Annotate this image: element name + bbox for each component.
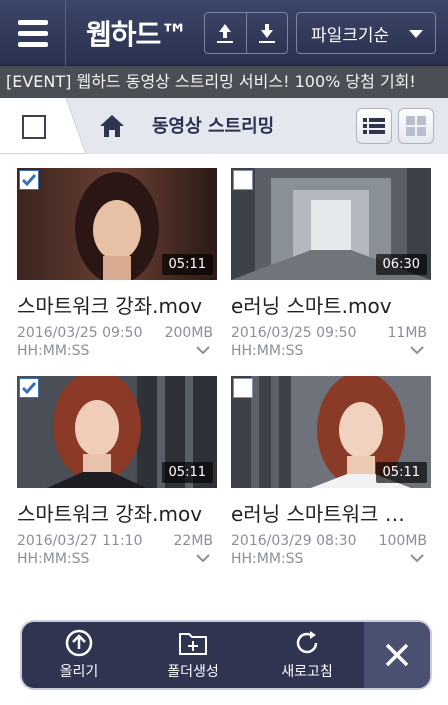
- video-format: HH:MM:SS: [17, 551, 90, 567]
- video-thumbnail[interactable]: 06:30: [231, 168, 431, 280]
- upload-button[interactable]: 올리기: [22, 622, 136, 688]
- video-size: 22MB: [173, 533, 214, 549]
- menu-icon-line: [17, 19, 48, 25]
- select-all-checkbox[interactable]: [22, 115, 46, 139]
- app-title: 웹하드™: [86, 18, 188, 51]
- refresh-button[interactable]: 새로고침: [250, 622, 364, 688]
- video-date: 2016/03/27 11:10: [17, 533, 143, 549]
- close-icon: [385, 643, 409, 667]
- duration-badge: 05:11: [375, 462, 427, 483]
- item-checkbox[interactable]: [233, 170, 253, 190]
- video-format-row: HH:MM:SS: [231, 551, 427, 567]
- duration-badge: 06:30: [375, 254, 427, 275]
- video-meta: 2016/03/25 09:50 200MB: [17, 325, 213, 341]
- video-item[interactable]: 05:11 스마트워크 강좌.mov 2016/03/25 09:50 200M…: [17, 168, 217, 359]
- list-view-button[interactable]: [356, 108, 392, 144]
- video-meta: 2016/03/27 11:10 22MB: [17, 533, 213, 549]
- video-size: 11MB: [387, 325, 428, 341]
- video-date: 2016/03/25 09:50: [17, 325, 143, 341]
- video-size: 200MB: [164, 325, 213, 341]
- video-item[interactable]: 05:11 스마트워크 강좌.mov 2016/03/27 11:10 22MB…: [17, 376, 217, 567]
- hamburger-menu-button[interactable]: [0, 0, 66, 66]
- upload-icon: [65, 629, 93, 657]
- breadcrumb: 동영상 스트리밍: [0, 98, 448, 154]
- video-meta: 2016/03/29 08:30 100MB: [231, 533, 427, 549]
- close-toolbar-button[interactable]: [364, 622, 430, 688]
- sort-up-icon: [217, 24, 234, 43]
- chevron-down-icon[interactable]: [409, 553, 425, 563]
- chevron-down-icon[interactable]: [409, 345, 425, 355]
- video-thumbnail[interactable]: 05:11: [231, 376, 431, 488]
- video-name: e러닝 스마트워크 …: [231, 502, 405, 526]
- video-format: HH:MM:SS: [231, 343, 304, 359]
- video-name: e러닝 스마트.mov: [231, 294, 392, 318]
- video-item[interactable]: 05:11 e러닝 스마트워크 … 2016/03/29 08:30 100MB…: [231, 376, 431, 567]
- new-folder-button[interactable]: 폴더생성: [136, 622, 250, 688]
- grid-view-button[interactable]: [398, 108, 434, 144]
- video-thumbnail[interactable]: 05:11: [17, 376, 217, 488]
- checkmark-icon: [21, 174, 37, 187]
- chevron-down-icon[interactable]: [195, 345, 211, 355]
- chevron-down-icon: [409, 30, 423, 38]
- sort-descending-button[interactable]: [245, 13, 288, 53]
- checkmark-icon: [21, 382, 37, 395]
- event-banner[interactable]: [EVENT] 웹하드 동영상 스트리밍 서비스! 100% 당첨 기회!: [0, 66, 448, 98]
- refresh-icon: [296, 631, 318, 654]
- sort-dropdown[interactable]: 파일크기순: [296, 12, 436, 54]
- video-format: HH:MM:SS: [17, 343, 90, 359]
- sort-ascending-button[interactable]: [205, 13, 246, 53]
- video-date: 2016/03/29 08:30: [231, 533, 357, 549]
- duration-badge: 05:11: [161, 254, 213, 275]
- new-folder-icon: [179, 633, 207, 655]
- video-format: HH:MM:SS: [231, 551, 304, 567]
- duration-badge: 05:11: [161, 462, 213, 483]
- item-checkbox[interactable]: [233, 378, 253, 398]
- sort-order-group: [204, 12, 288, 54]
- item-checkbox[interactable]: [19, 378, 39, 398]
- grid-view-icon: [406, 116, 426, 136]
- video-format-row: HH:MM:SS: [231, 343, 427, 359]
- new-folder-label: 폴더생성: [167, 664, 219, 680]
- breadcrumb-label: 동영상 스트리밍: [152, 116, 275, 137]
- video-thumbnail[interactable]: 05:11: [17, 168, 217, 280]
- video-date: 2016/03/25 09:50: [231, 325, 357, 341]
- video-name: 스마트워크 강좌.mov: [17, 502, 203, 526]
- sort-down-icon: [258, 24, 275, 43]
- video-item[interactable]: 06:30 e러닝 스마트.mov 2016/03/25 09:50 11MB …: [231, 168, 431, 359]
- video-format-row: HH:MM:SS: [17, 551, 213, 567]
- refresh-label: 새로고침: [281, 664, 333, 680]
- sort-dropdown-value: 파일크기순: [311, 25, 390, 46]
- menu-icon-line: [17, 30, 48, 36]
- menu-icon-line: [17, 41, 48, 47]
- video-meta: 2016/03/25 09:50 11MB: [231, 325, 427, 341]
- item-checkbox[interactable]: [19, 170, 39, 190]
- video-format-row: HH:MM:SS: [17, 343, 213, 359]
- chevron-down-icon[interactable]: [195, 553, 211, 563]
- bottom-toolbar: 올리기 폴더생성 새로고침: [22, 622, 430, 688]
- video-size: 100MB: [378, 533, 427, 549]
- list-view-icon: [363, 118, 385, 134]
- home-icon[interactable]: [98, 112, 126, 140]
- upload-label: 올리기: [59, 664, 99, 680]
- top-bar: 웹하드™ 파일크기순: [0, 0, 448, 66]
- video-name: 스마트워크 강좌.mov: [17, 294, 203, 318]
